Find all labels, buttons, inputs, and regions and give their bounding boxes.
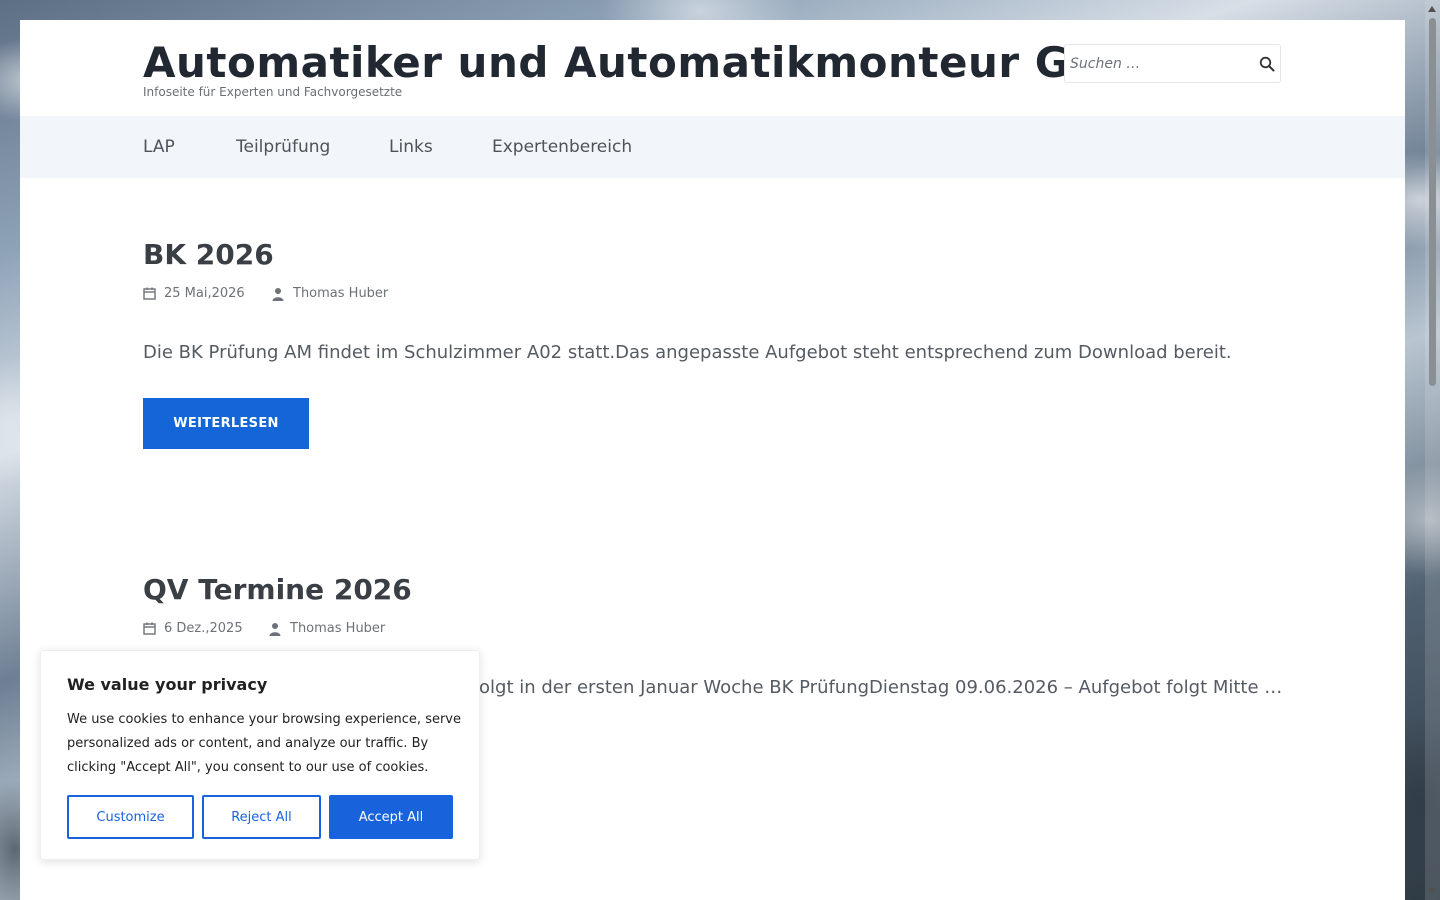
post-date-text: 25 Mai,2026	[164, 286, 245, 301]
cookie-text: We use cookies to enhance your browsing …	[67, 712, 461, 775]
cookie-consent-banner: We value your privacy We use cookies to …	[40, 650, 480, 860]
calendar-icon	[143, 622, 156, 635]
scroll-down-arrow-icon[interactable]	[1428, 888, 1436, 894]
nav-item-links[interactable]: Links	[389, 137, 433, 157]
scroll-up-arrow-icon[interactable]	[1428, 6, 1436, 12]
site-header: Automatiker und Automatikmonteur GL Info…	[20, 20, 1405, 116]
page-scrollbar[interactable]	[1425, 0, 1440, 900]
user-icon	[269, 622, 281, 636]
site-description: Infoseite für Experten und Fachvorgesetz…	[143, 85, 403, 99]
nav-item-teilpruefung[interactable]: Teilprüfung	[236, 137, 330, 157]
reject-all-button[interactable]: Reject All	[202, 795, 321, 839]
post-author-text: Thomas Huber	[290, 621, 386, 636]
post-author[interactable]: Thomas Huber	[271, 286, 388, 301]
nav-item-expertenbereich[interactable]: Expertenbereich	[492, 137, 632, 157]
search-icon[interactable]	[1259, 56, 1275, 72]
post-article: QV Termine 2026 6 Dez.,2025 Thomas Huber…	[143, 573, 1282, 698]
post-article: BK 2026 25 Mai,2026 Thomas Huber Die BK …	[143, 238, 1232, 449]
post-author-text: Thomas Huber	[293, 286, 389, 301]
user-icon	[272, 287, 284, 301]
post-title[interactable]: QV Termine 2026	[143, 573, 412, 606]
search-input[interactable]	[1065, 45, 1250, 82]
post-author[interactable]: Thomas Huber	[268, 621, 385, 636]
post-excerpt: olgt in der ersten Januar Woche BK Prüfu…	[479, 677, 1283, 698]
post-excerpt: Die BK Prüfung AM findet im Schulzimmer …	[143, 342, 1232, 363]
main-navigation: LAP Teilprüfung Links Expertenbereich	[20, 116, 1405, 178]
cookie-title: We value your privacy	[67, 675, 268, 694]
accept-all-button[interactable]: Accept All	[329, 795, 453, 839]
post-date[interactable]: 6 Dez.,2025	[143, 621, 243, 636]
site-title[interactable]: Automatiker und Automatikmonteur GL	[143, 38, 1097, 87]
post-date-text: 6 Dez.,2025	[164, 621, 243, 636]
calendar-icon	[143, 287, 156, 300]
scrollbar-thumb[interactable]	[1429, 18, 1436, 386]
customize-button[interactable]: Customize	[67, 795, 194, 839]
search-form	[1064, 44, 1281, 83]
post-title[interactable]: BK 2026	[143, 238, 274, 271]
read-more-button[interactable]: WEITERLESEN	[143, 398, 309, 449]
post-date[interactable]: 25 Mai,2026	[143, 286, 245, 301]
nav-item-lap[interactable]: LAP	[143, 137, 175, 157]
